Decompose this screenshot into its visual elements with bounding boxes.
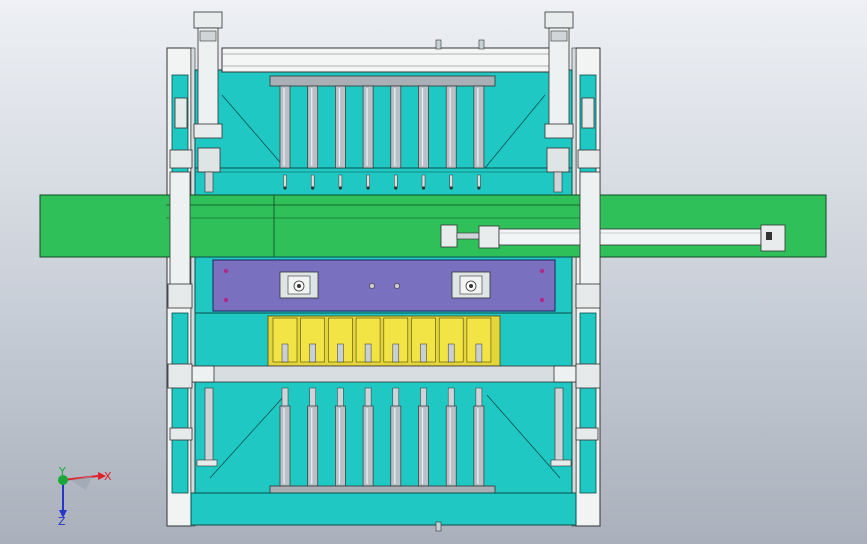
- right-low-clamp: [575, 363, 601, 389]
- axis-x-label: X: [104, 470, 112, 483]
- left-lower-foot: [196, 459, 218, 467]
- left-lower-rod: [204, 387, 214, 463]
- left-low-clamp: [167, 363, 193, 389]
- lower-guide-bar-left-end: [191, 365, 215, 383]
- axis-y-label: Y: [58, 465, 66, 478]
- yellow-fin: [438, 317, 464, 363]
- lower-frame-left-pillar: [171, 312, 189, 494]
- right-lower-foot: [550, 459, 572, 467]
- nozzle: [394, 174, 398, 190]
- right-mid-clamp: [575, 283, 601, 309]
- nozzle: [338, 174, 343, 190]
- right-bottom-clamp: [575, 427, 599, 441]
- lower-guide-bar: [191, 365, 577, 383]
- upper-rod: [390, 85, 402, 169]
- top-stud-left: [435, 39, 442, 50]
- nozzle: [366, 174, 370, 190]
- yellow-fin: [383, 317, 409, 363]
- left-bearing-block: [279, 271, 319, 299]
- yellow-fin: [466, 317, 492, 363]
- nozzle: [421, 174, 426, 190]
- left-clamp-block: [169, 149, 193, 169]
- upper-rod-header: [269, 75, 496, 87]
- axis-z-label: Z: [58, 515, 66, 528]
- nozzle: [283, 174, 287, 190]
- top-stud-right: [478, 39, 485, 50]
- left-mid-clamp: [167, 283, 193, 309]
- machine-assembly-drawing: X Y Z: [39, 11, 827, 532]
- left-sensor: [174, 97, 188, 129]
- lower-frame-right-pillar: [579, 312, 597, 494]
- upper-rod: [418, 85, 429, 169]
- nozzle: [310, 174, 315, 190]
- right-guide-cylinder: [579, 171, 601, 293]
- purple-plate: [212, 259, 556, 312]
- upper-rod: [445, 85, 457, 169]
- lower-guide-bar-right-end: [553, 365, 577, 383]
- yellow-fin: [328, 317, 353, 363]
- upper-rod: [362, 85, 374, 169]
- left-bottom-clamp: [169, 427, 193, 441]
- right-lower-rod: [554, 387, 564, 463]
- bottom-base: [190, 492, 577, 526]
- upper-rod: [279, 85, 291, 169]
- nozzle: [449, 174, 453, 190]
- left-guide-cylinder: [169, 171, 191, 293]
- bottom-stud: [435, 521, 442, 532]
- upper-frame: [194, 69, 573, 196]
- left-top-cylinder: [193, 11, 223, 193]
- right-sensor: [581, 97, 595, 129]
- yellow-fin: [355, 317, 381, 363]
- right-bearing-block: [451, 271, 491, 299]
- nozzle: [477, 174, 481, 190]
- axis-triad-icon: X Y Z: [58, 465, 112, 528]
- top-crossbeam: [221, 47, 551, 73]
- green-beam: [39, 194, 827, 258]
- upper-rod: [473, 85, 485, 169]
- right-inner-post: [571, 47, 577, 527]
- right-top-cylinder: [544, 11, 574, 193]
- yellow-fin: [411, 317, 436, 363]
- cad-viewport[interactable]: X Y Z: [0, 0, 867, 544]
- yellow-fin: [300, 317, 326, 363]
- upper-rod: [307, 85, 319, 169]
- right-clamp-block: [577, 149, 601, 169]
- yellow-fin: [272, 317, 298, 363]
- upper-rod: [335, 85, 346, 169]
